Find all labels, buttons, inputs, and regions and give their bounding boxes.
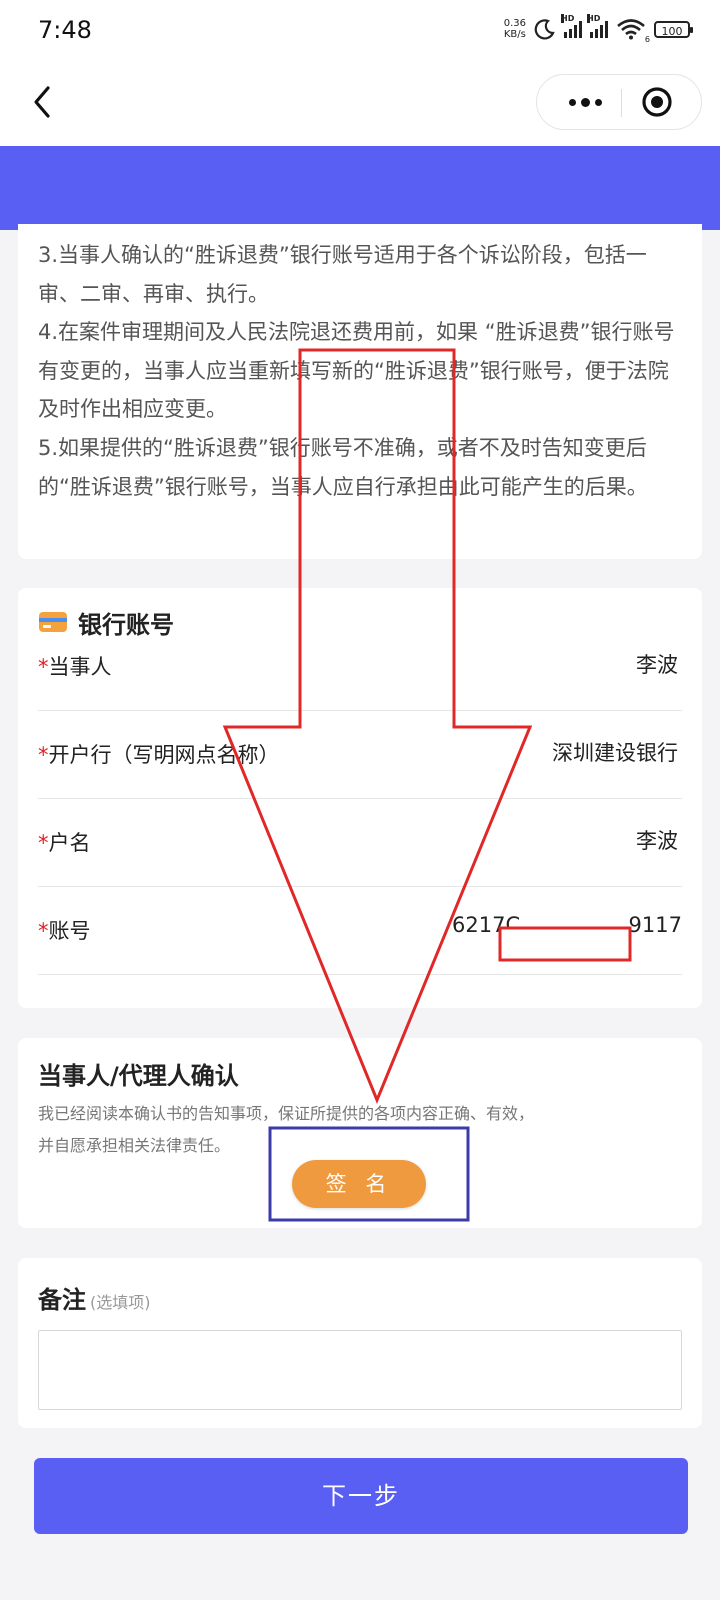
net-speed: 0.36 KB/s — [503, 18, 526, 40]
status-icons: 0.36 KB/s HD HD 6 100 — [503, 14, 693, 44]
confirm-description: 我已经阅读本确认书的告知事项，保证所提供的各项内容正确、有效，并自愿承担相关法律… — [38, 1104, 535, 1155]
bank-account-card: 银行账号 *当事人 李波 *开户行（写明网点名称） 深圳建设银行 *户名 李波 … — [18, 588, 702, 1008]
account-number-row: *账号 6217C 9117 — [38, 887, 682, 975]
account-name-label: 户名 — [48, 831, 91, 855]
notice-item: 3.当事人确认的“胜诉退费”银行账号适用于各个诉讼阶段，包括一审、二审、再审、执… — [38, 243, 647, 306]
wifi-icon: 6 — [616, 18, 650, 44]
confirm-title: 当事人/代理人确认 — [38, 1062, 239, 1090]
required-mark: * — [38, 743, 49, 767]
account-number-start: 6217C — [452, 913, 521, 937]
next-step-button[interactable]: 下一步 — [34, 1458, 688, 1534]
notice-card: 3.当事人确认的“胜诉退费”银行账号适用于各个诉讼阶段，包括一审、二审、再审、执… — [18, 224, 702, 559]
party-value[interactable]: 李波 — [636, 649, 678, 679]
bank-branch-label: 开户行（写明网点名称） — [48, 743, 280, 767]
required-mark: * — [38, 919, 49, 943]
signal-icon: HD — [587, 14, 608, 38]
remark-input[interactable] — [38, 1330, 682, 1410]
remark-card: 备注 (选填项) — [18, 1258, 702, 1428]
required-mark: * — [38, 831, 49, 855]
notice-item: 5.如果提供的“胜诉退费”银行账号不准确，或者不及时告知变更后的“胜诉退费”银行… — [38, 435, 648, 499]
more-dots-icon — [568, 98, 576, 106]
remark-title: 备注 — [38, 1286, 86, 1314]
account-name-value[interactable]: 李波 — [636, 825, 678, 855]
close-button[interactable] — [640, 85, 674, 119]
bank-branch-value[interactable]: 深圳建设银行 — [552, 737, 678, 767]
sign-button[interactable]: 签 名 — [292, 1160, 426, 1208]
account-name-row: *户名 李波 — [38, 799, 682, 887]
notice-text: 3.当事人确认的“胜诉退费”银行账号适用于各个诉讼阶段，包括一审、二审、再审、执… — [38, 236, 688, 506]
nav-bar — [0, 62, 720, 146]
moon-icon — [534, 19, 555, 40]
party-label: 当事人 — [48, 655, 112, 679]
account-number-label: 账号 — [48, 919, 91, 943]
party-row: *当事人 李波 — [38, 623, 682, 711]
required-mark: * — [38, 655, 49, 679]
more-button[interactable] — [555, 75, 615, 129]
status-bar: 7:48 0.36 KB/s HD HD 6 100 — [0, 0, 720, 62]
status-time: 7:48 — [38, 16, 92, 44]
chevron-left-icon — [34, 86, 50, 118]
account-number-end: 9117 — [628, 913, 682, 937]
capsule-divider — [621, 89, 622, 117]
remark-optional-hint: (选填项) — [90, 1293, 151, 1312]
notice-item: 4.在案件审理期间及人民法院退还费用前，如果 “胜诉退费”银行账号有变更的，当事… — [38, 320, 675, 422]
mini-program-capsule — [536, 74, 702, 130]
header-banner — [0, 146, 720, 230]
signal-icon: HD — [561, 14, 582, 38]
target-close-icon — [642, 87, 672, 117]
battery-icon: 100 — [654, 20, 693, 38]
back-button[interactable] — [26, 80, 66, 124]
bank-branch-row: *开户行（写明网点名称） 深圳建设银行 — [38, 711, 682, 799]
confirmation-card: 当事人/代理人确认 我已经阅读本确认书的告知事项，保证所提供的各项内容正确、有效… — [18, 1038, 702, 1228]
